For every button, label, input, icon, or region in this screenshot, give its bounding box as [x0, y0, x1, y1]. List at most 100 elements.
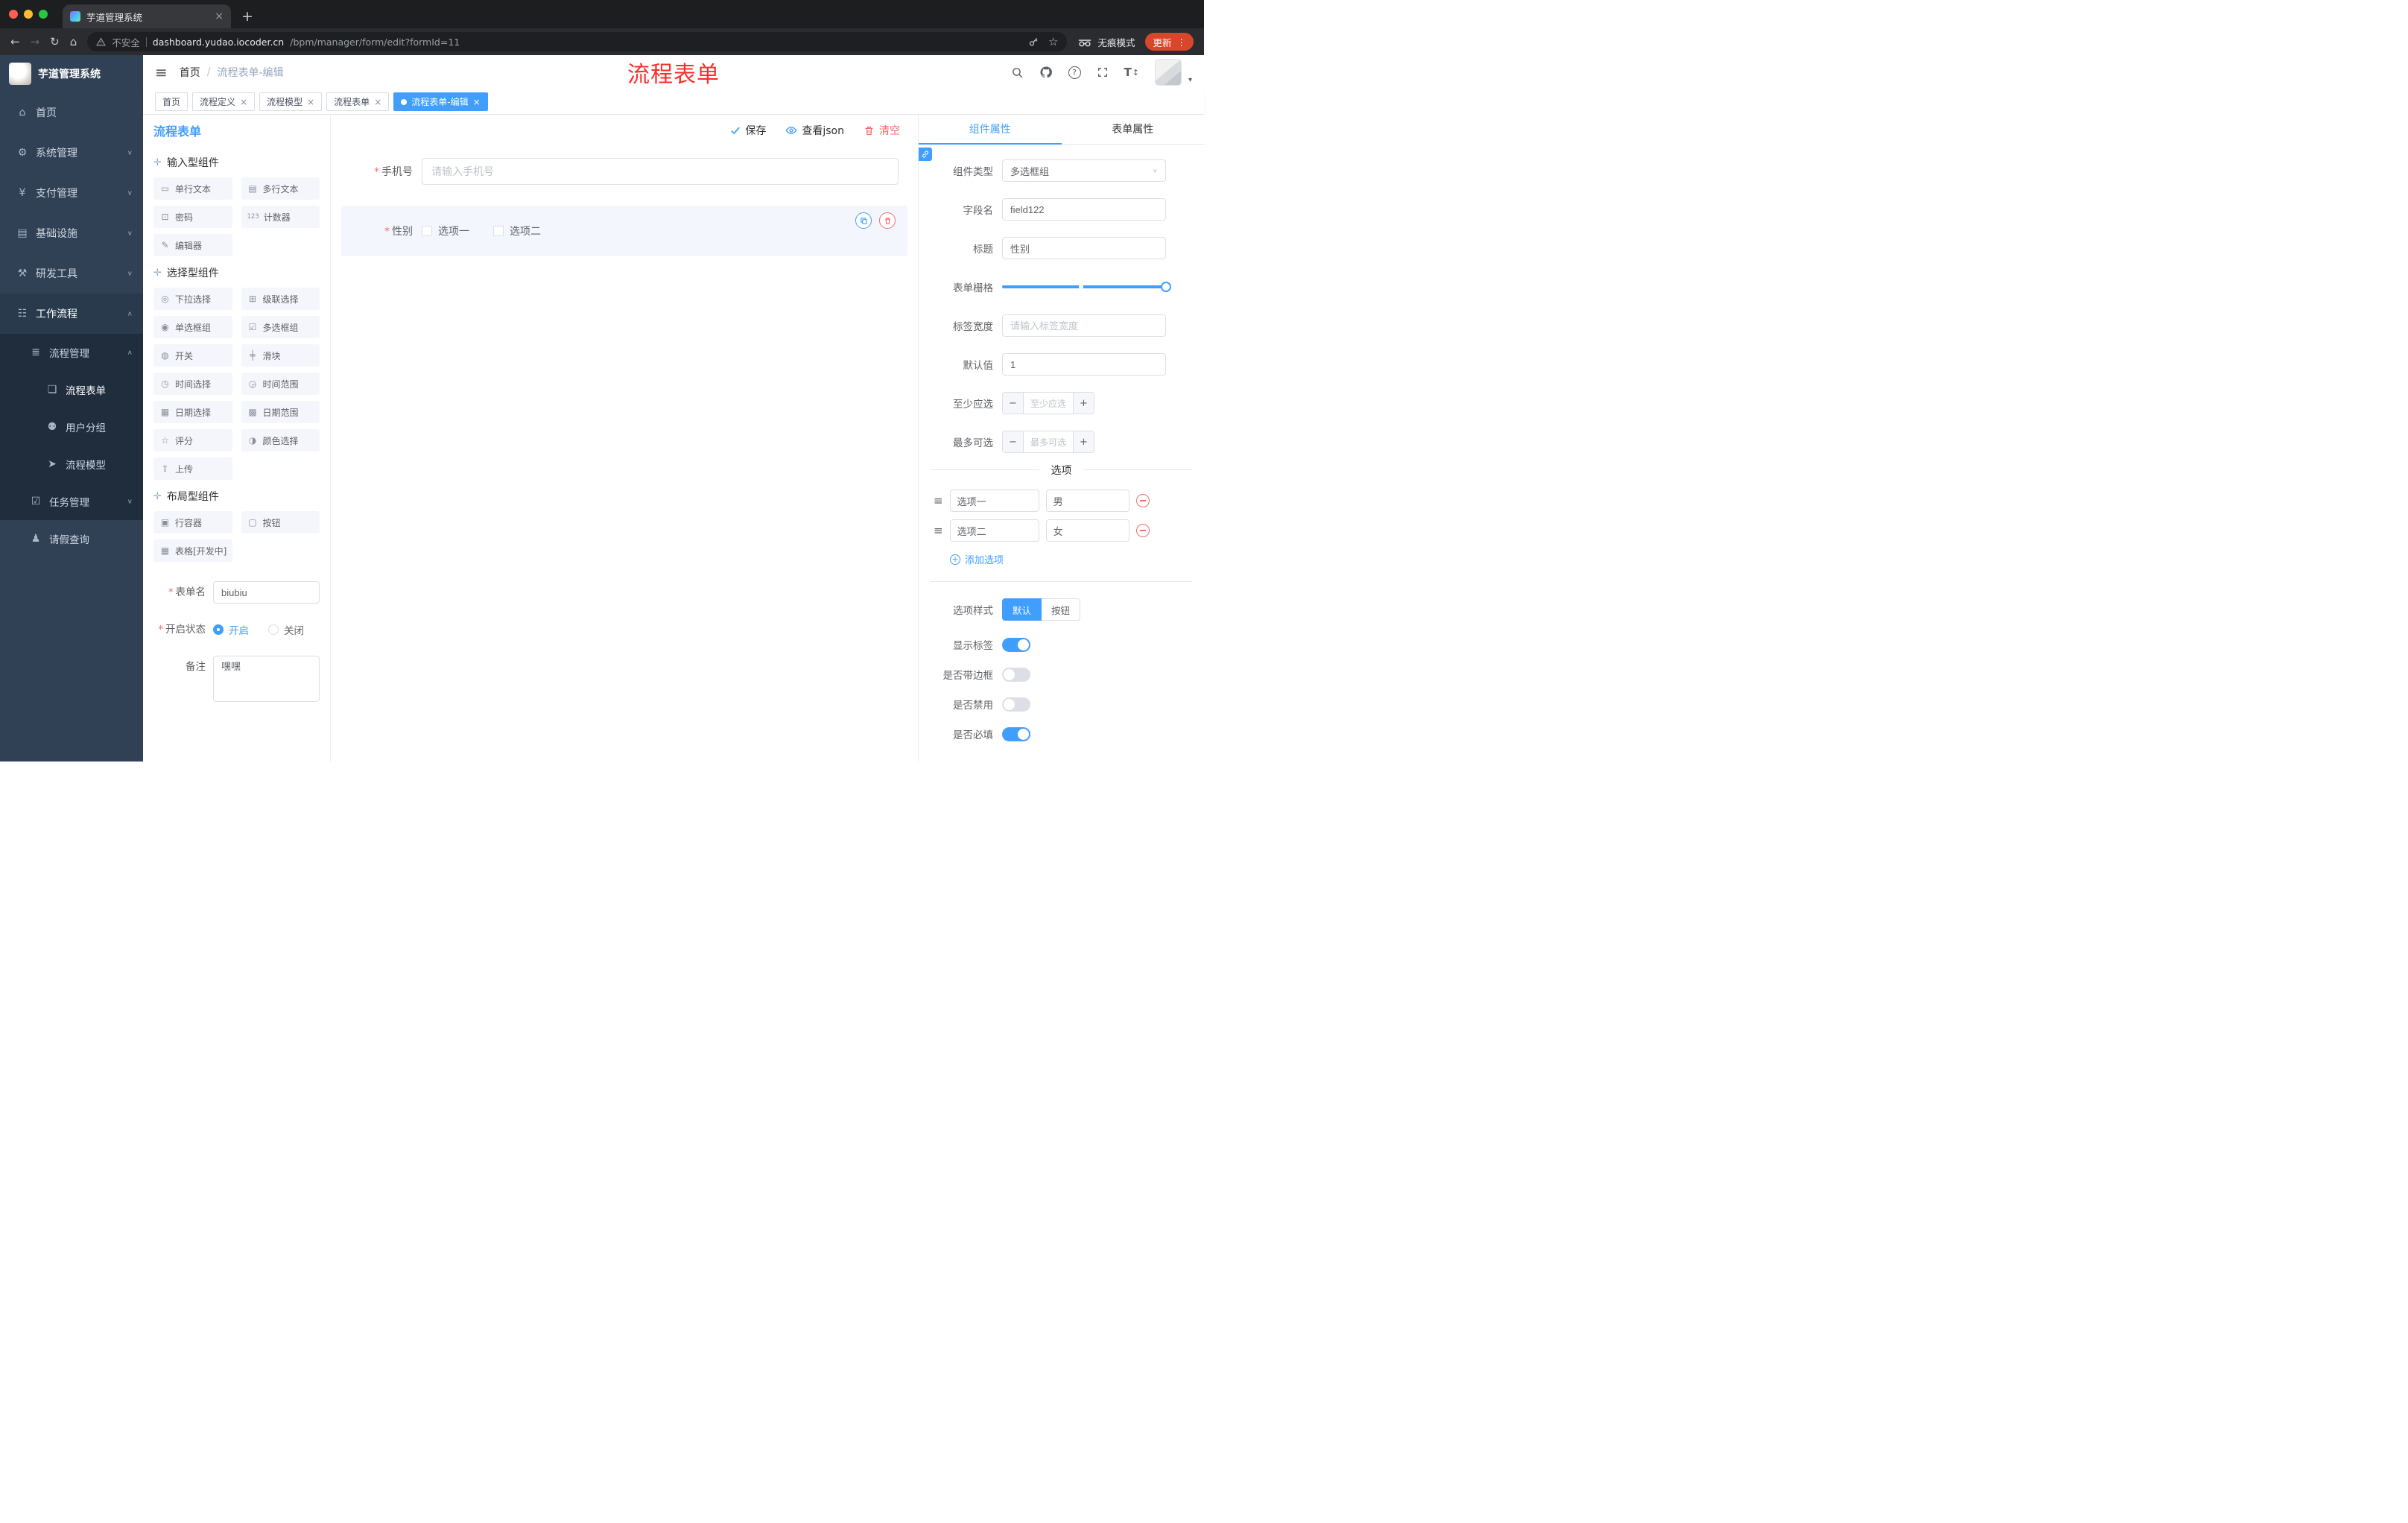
- palette-item-dropdown[interactable]: ◎ 下拉选择: [153, 288, 232, 310]
- tag-process-form[interactable]: 流程表单 ×: [326, 92, 390, 111]
- save-button[interactable]: 保存: [730, 123, 766, 138]
- palette-item-checkbox-group[interactable]: ☑ 多选框组: [241, 316, 320, 338]
- tab-form-properties[interactable]: 表单属性: [1062, 115, 1205, 144]
- palette-item-slider[interactable]: ╪ 滑块: [241, 344, 320, 367]
- tag-close-icon[interactable]: ×: [374, 97, 381, 107]
- option-drag-icon[interactable]: ≡: [934, 494, 943, 507]
- palette-item-color-picker[interactable]: ◑ 颜色选择: [241, 429, 320, 452]
- palette-item-time-range[interactable]: ◶ 时间范围: [241, 373, 320, 395]
- status-on-radio[interactable]: 开启: [213, 622, 249, 637]
- title-input[interactable]: [1002, 237, 1166, 259]
- forward-icon[interactable]: →: [31, 36, 40, 48]
- tag-home[interactable]: 首页: [155, 92, 188, 111]
- gender-field-block-selected[interactable]: * 性别 选项一 选项二: [341, 206, 907, 256]
- tag-process-form-edit[interactable]: 流程表单-编辑 ×: [393, 92, 488, 111]
- palette-item-password[interactable]: ⊡ 密码: [153, 206, 232, 228]
- bookmark-star-icon[interactable]: ☆: [1048, 36, 1058, 48]
- browser-tab[interactable]: 芋道管理系统 ×: [63, 4, 231, 28]
- view-json-button[interactable]: 查看json: [785, 123, 844, 138]
- tab-close-icon[interactable]: ×: [215, 10, 224, 22]
- sidebar-item-home[interactable]: ⌂ 首页: [0, 92, 143, 133]
- remove-option-button[interactable]: [1135, 494, 1150, 507]
- tag-close-icon[interactable]: ×: [307, 97, 314, 107]
- disabled-toggle[interactable]: [1002, 697, 1030, 712]
- copy-component-button[interactable]: [855, 212, 872, 229]
- stepper-minus-button[interactable]: −: [1003, 393, 1024, 414]
- sidebar-item-leave-query[interactable]: ♟ 请假查询: [0, 520, 143, 557]
- palette-item-single-line-text[interactable]: ▭ 单行文本: [153, 177, 232, 200]
- help-icon[interactable]: ?: [1068, 66, 1081, 79]
- default-value-input[interactable]: [1002, 353, 1166, 376]
- palette-item-time-picker[interactable]: ◷ 时间选择: [153, 373, 232, 395]
- palette-item-rate[interactable]: ☆ 评分: [153, 429, 232, 452]
- update-button[interactable]: 更新 ⋮: [1145, 33, 1194, 51]
- style-default-button[interactable]: 默认: [1002, 598, 1042, 621]
- field-name-input[interactable]: [1002, 198, 1166, 221]
- add-option-button[interactable]: + 添加选项: [950, 552, 1192, 566]
- sidebar-item-workflow[interactable]: ☷ 工作流程 ∧: [0, 294, 143, 334]
- gender-option-1-checkbox[interactable]: 选项一: [422, 224, 469, 238]
- fullscreen-icon[interactable]: [1097, 66, 1109, 78]
- reload-icon[interactable]: ↻: [50, 36, 60, 48]
- label-width-input[interactable]: [1002, 314, 1166, 337]
- sidebar-item-process-form[interactable]: ❏ 流程表单: [0, 371, 143, 408]
- back-icon[interactable]: ←: [10, 36, 20, 48]
- slider-handle[interactable]: [1161, 282, 1171, 292]
- tag-close-icon[interactable]: ×: [473, 97, 481, 107]
- sidebar-item-process-model[interactable]: ➤ 流程模型: [0, 446, 143, 483]
- github-icon[interactable]: [1039, 66, 1053, 79]
- style-button-button[interactable]: 按钮: [1042, 598, 1081, 621]
- option-name-input[interactable]: [949, 519, 1039, 542]
- sidebar-item-dev-tools[interactable]: ⚒ 研发工具 ∨: [0, 253, 143, 294]
- window-minimize-button[interactable]: [24, 10, 33, 19]
- sidebar-item-infrastructure[interactable]: ▤ 基础设施 ∨: [0, 213, 143, 253]
- tag-close-icon[interactable]: ×: [240, 97, 247, 107]
- sidebar-item-task-management[interactable]: ☑ 任务管理 ∨: [0, 483, 143, 520]
- status-off-radio[interactable]: 关闭: [268, 622, 304, 637]
- palette-item-multi-line-text[interactable]: ▤ 多行文本: [241, 177, 320, 200]
- address-bar[interactable]: 不安全 dashboard.yudao.iocoder.cn/bpm/manag…: [87, 32, 1068, 51]
- required-toggle[interactable]: [1002, 726, 1030, 741]
- browser-menu-icon[interactable]: ⋮: [1177, 37, 1187, 48]
- stepper-minus-button[interactable]: −: [1003, 431, 1024, 452]
- max-select-value[interactable]: 最多可选: [1024, 431, 1073, 452]
- palette-item-button[interactable]: ▢ 按钮: [241, 511, 320, 533]
- palette-item-date-picker[interactable]: ▦ 日期选择: [153, 401, 232, 423]
- delete-component-button[interactable]: [879, 212, 896, 229]
- home-icon[interactable]: ⌂: [70, 36, 77, 48]
- new-tab-button[interactable]: +: [241, 8, 253, 25]
- search-icon[interactable]: [1011, 66, 1024, 79]
- palette-item-switch[interactable]: ◍ 开关: [153, 344, 232, 367]
- palette-item-radio-group[interactable]: ◉ 单选框组: [153, 316, 232, 338]
- user-avatar[interactable]: [1154, 59, 1182, 86]
- phone-field-row[interactable]: * 手机号: [341, 151, 907, 192]
- palette-item-table[interactable]: ▦ 表格[开发中]: [153, 539, 232, 562]
- min-select-value[interactable]: 至少应选: [1024, 393, 1073, 414]
- palette-item-date-range[interactable]: ▩ 日期范围: [241, 401, 320, 423]
- breadcrumb-home[interactable]: 首页: [180, 65, 200, 80]
- border-toggle[interactable]: [1002, 667, 1030, 682]
- sidebar-collapse-icon[interactable]: ≡: [155, 63, 168, 81]
- show-label-toggle[interactable]: [1002, 637, 1030, 652]
- stepper-plus-button[interactable]: +: [1073, 393, 1094, 414]
- palette-item-row-container[interactable]: ▣ 行容器: [153, 511, 232, 533]
- phone-input[interactable]: [422, 158, 899, 185]
- sidebar-item-system-management[interactable]: ⚙ 系统管理 ∨: [0, 133, 143, 173]
- palette-item-counter[interactable]: 123 计数器: [241, 206, 320, 228]
- tag-process-model[interactable]: 流程模型 ×: [259, 92, 323, 111]
- option-name-input[interactable]: [949, 490, 1039, 512]
- form-grid-slider[interactable]: [1002, 282, 1171, 292]
- palette-item-upload[interactable]: ⇧ 上传: [153, 457, 232, 480]
- option-value-input[interactable]: [1045, 519, 1129, 542]
- option-drag-icon[interactable]: ≡: [934, 524, 943, 537]
- sidebar-item-user-group[interactable]: ⚉ 用户分组: [0, 408, 143, 446]
- option-value-input[interactable]: [1045, 490, 1129, 512]
- sidebar-item-payment-management[interactable]: ¥ 支付管理 ∨: [0, 173, 143, 213]
- window-close-button[interactable]: [9, 10, 18, 19]
- tab-component-properties[interactable]: 组件属性: [919, 115, 1062, 145]
- gender-option-2-checkbox[interactable]: 选项二: [493, 224, 541, 238]
- sidebar-item-process-management[interactable]: ≣ 流程管理 ∧: [0, 334, 143, 371]
- link-affix-button[interactable]: [919, 148, 932, 161]
- password-key-icon[interactable]: [1028, 37, 1039, 48]
- tag-process-definition[interactable]: 流程定义 ×: [192, 92, 256, 111]
